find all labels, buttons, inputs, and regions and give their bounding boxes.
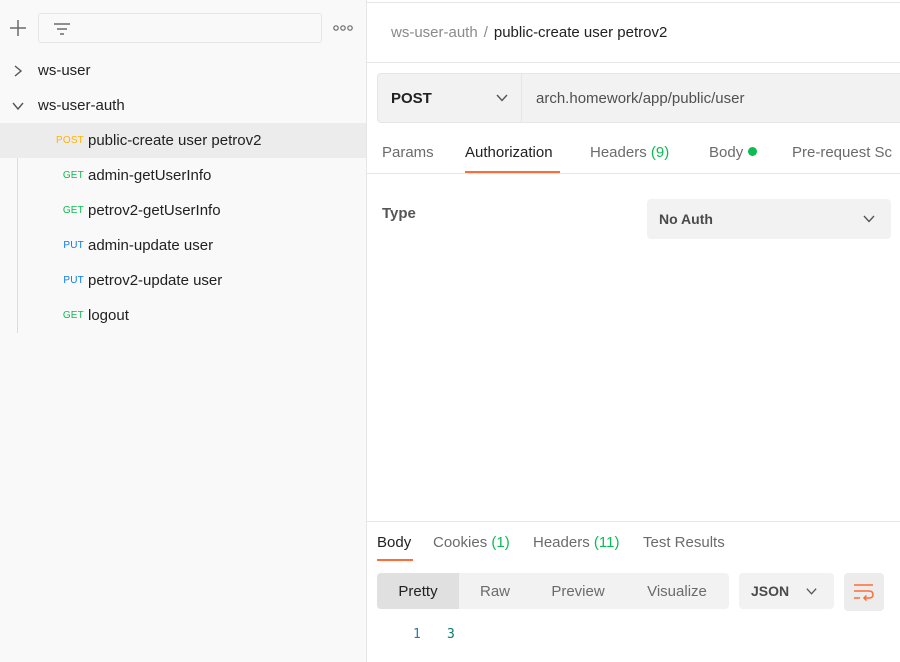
- response-divider: [367, 521, 900, 522]
- response-tab-test-results[interactable]: Test Results: [643, 534, 725, 551]
- sidebar-toolbar: [0, 12, 367, 44]
- method-badge: POST: [55, 135, 84, 146]
- chevron-right-icon: [14, 65, 23, 77]
- view-preview-button[interactable]: Preview: [531, 573, 625, 609]
- response-tab-cookies[interactable]: Cookies (1): [433, 534, 510, 551]
- method-badge: GET: [62, 205, 84, 216]
- tab-authorization[interactable]: Authorization: [465, 144, 553, 161]
- request-label: petrov2-getUserInfo: [88, 202, 221, 219]
- response-tab-body[interactable]: Body: [377, 534, 411, 551]
- auth-type-dropdown[interactable]: No Auth: [647, 199, 891, 239]
- tab-params[interactable]: Params: [382, 144, 434, 161]
- more-horizontal-icon: [333, 25, 353, 31]
- request-label: logout: [88, 307, 129, 324]
- method-badge: GET: [62, 310, 84, 321]
- request-label: admin-update user: [88, 237, 214, 254]
- breadcrumb-separator: /: [483, 24, 488, 41]
- request-item[interactable]: PUT admin-update user: [0, 228, 366, 263]
- tab-headers-label: Headers: [590, 144, 647, 161]
- chevron-down-icon: [12, 102, 24, 111]
- tab-prerequest-script[interactable]: Pre-request Sc: [792, 144, 892, 161]
- request-item[interactable]: GET petrov2-getUserInfo: [0, 193, 366, 228]
- request-label: public-create user petrov2: [88, 132, 262, 149]
- tab-body[interactable]: Body: [709, 144, 758, 161]
- top-divider: [367, 2, 900, 3]
- active-response-tab-underline: [377, 559, 413, 561]
- wrap-lines-button[interactable]: [844, 573, 884, 611]
- response-view-modes: Pretty Raw Preview Visualize: [377, 573, 729, 609]
- chevron-down-icon: [496, 94, 508, 102]
- request-item[interactable]: POST public-create user petrov2: [0, 123, 366, 158]
- method-dropdown-label: POST: [391, 90, 432, 107]
- response-tab-cookies-count: (1): [491, 534, 510, 551]
- sidebar: ws-user ws-user-auth POST public-create …: [0, 0, 367, 662]
- wrap-lines-icon: [854, 584, 874, 602]
- response-tab-headers-count: (11): [593, 534, 620, 551]
- response-tab-headers[interactable]: Headers (11): [533, 534, 619, 551]
- method-dropdown[interactable]: POST: [378, 74, 522, 122]
- collection-label: ws-user: [38, 62, 91, 79]
- header-divider: [367, 62, 900, 63]
- plus-icon: [10, 20, 26, 36]
- tab-body-label: Body: [709, 144, 744, 161]
- add-collection-button[interactable]: [8, 18, 28, 38]
- auth-type-label: Type: [382, 205, 416, 222]
- breadcrumb: ws-user-auth / public-create user petrov2: [391, 24, 667, 41]
- request-label: petrov2-update user: [88, 272, 223, 289]
- format-dropdown[interactable]: JSON: [739, 573, 834, 609]
- view-pretty-button[interactable]: Pretty: [377, 573, 459, 609]
- request-item[interactable]: GET admin-getUserInfo: [0, 158, 366, 193]
- filter-icon: [54, 23, 70, 35]
- filter-input[interactable]: [38, 13, 322, 43]
- response-body-value: 3: [447, 627, 455, 642]
- chevron-down-icon: [863, 215, 875, 223]
- tab-headers-count: (9): [650, 144, 670, 161]
- collection-ws-user-auth[interactable]: ws-user-auth: [0, 88, 366, 123]
- url-bar: POST: [377, 73, 900, 123]
- response-tab-cookies-label: Cookies: [433, 534, 488, 551]
- auth-type-value: No Auth: [659, 211, 713, 227]
- request-editor: ws-user-auth / public-create user petrov2 …: [367, 0, 900, 662]
- url-input[interactable]: [523, 74, 900, 122]
- breadcrumb-parent[interactable]: ws-user-auth: [391, 24, 478, 41]
- request-label: admin-getUserInfo: [88, 167, 212, 184]
- format-dropdown-label: JSON: [751, 583, 790, 599]
- tab-headers[interactable]: Headers (9): [590, 144, 669, 161]
- body-indicator-dot: [748, 147, 758, 156]
- request-item[interactable]: PUT petrov2-update user: [0, 263, 366, 298]
- method-badge: GET: [62, 170, 84, 181]
- request-item[interactable]: GET logout: [0, 298, 366, 333]
- more-options-button[interactable]: [333, 20, 353, 36]
- tabs-divider: [367, 173, 900, 174]
- view-visualize-button[interactable]: Visualize: [625, 573, 729, 609]
- chevron-down-icon: [806, 588, 817, 595]
- code-line-number: 1: [413, 627, 421, 642]
- method-badge: PUT: [63, 275, 84, 286]
- view-raw-button[interactable]: Raw: [459, 573, 531, 609]
- breadcrumb-current[interactable]: public-create user petrov2: [494, 24, 667, 41]
- collection-label: ws-user-auth: [38, 97, 125, 114]
- collection-ws-user[interactable]: ws-user: [0, 53, 366, 88]
- response-tab-headers-label: Headers: [533, 534, 590, 551]
- method-badge: PUT: [63, 240, 84, 251]
